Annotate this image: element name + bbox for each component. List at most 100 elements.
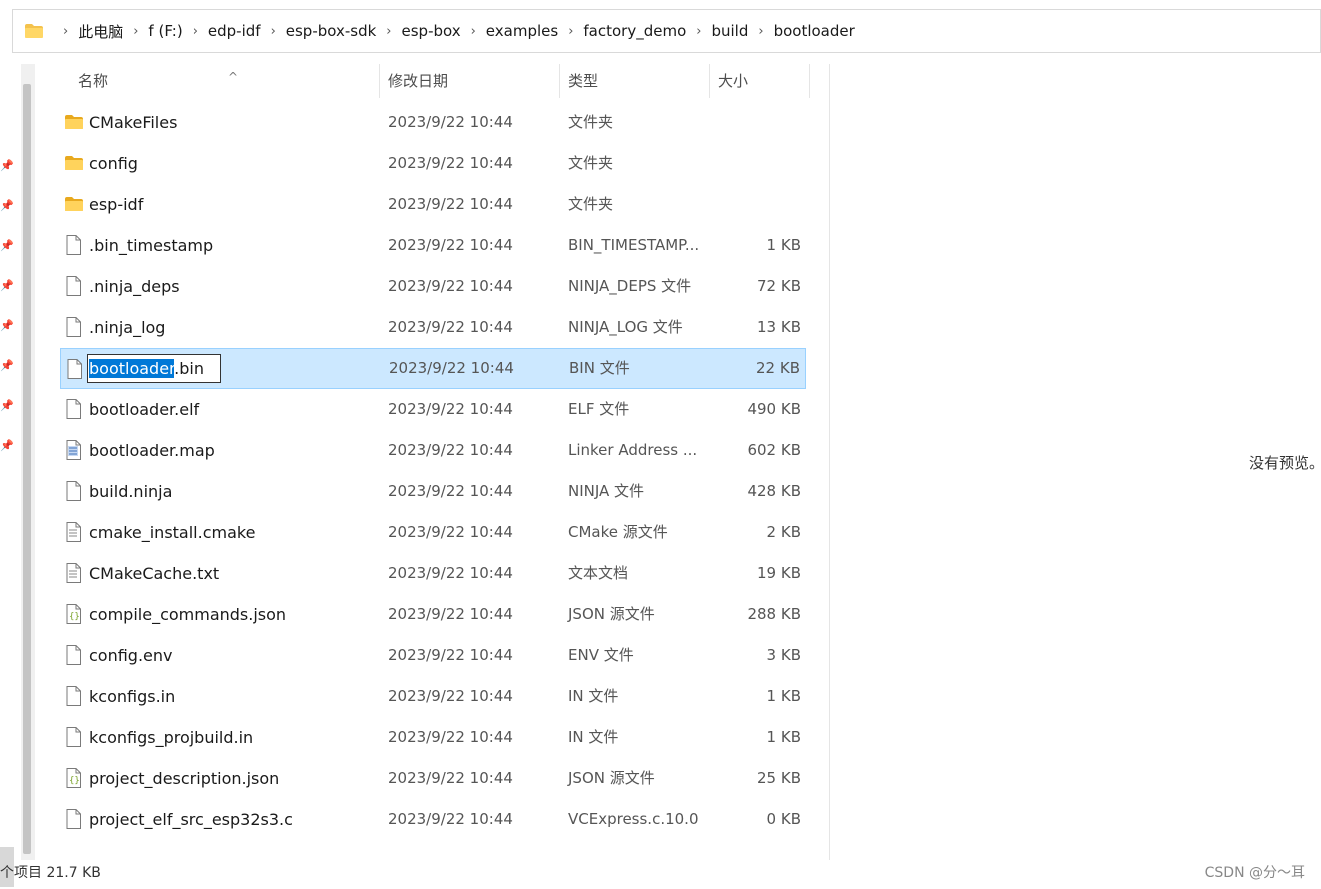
address-bar[interactable]: › 此电脑 › f (F:) › edp-idf › esp-box-sdk › esp-box… (12, 9, 1321, 53)
rename-input[interactable]: bootloader.bin (87, 354, 221, 383)
file-row[interactable]: CMakeCache.txt 2023/9/22 10:44 文本文档 19 KB (60, 553, 806, 594)
file-row[interactable]: kconfigs.in 2023/9/22 10:44 IN 文件 1 KB (60, 676, 806, 717)
file-row[interactable]: kconfigs_projbuild.in 2023/9/22 10:44 IN 文… (60, 717, 806, 758)
file-type: 文件夹 (568, 195, 614, 213)
file-type: ENV 文件 (568, 646, 634, 664)
rename-selected-text: bootloader (89, 359, 175, 378)
column-size[interactable]: 大小 (710, 64, 810, 98)
rename-extension-text: .bin (174, 359, 204, 378)
chevron-right-icon[interactable]: › (696, 24, 701, 39)
chevron-right-icon[interactable]: › (386, 24, 391, 39)
file-size: 72 KB (757, 277, 801, 295)
pane-divider[interactable] (829, 64, 830, 860)
vertical-scrollbar[interactable] (21, 64, 35, 860)
file-type: 文件夹 (568, 154, 614, 172)
file-name: project_elf_src_esp32s3.c (89, 810, 293, 829)
column-header: 名称 ^ 修改日期 类型 大小 (60, 64, 810, 98)
chevron-right-icon[interactable]: › (471, 24, 476, 39)
breadcrumb-item[interactable]: 此电脑 (78, 21, 123, 42)
file-name: kconfigs_projbuild.in (89, 728, 254, 747)
file-name: CMakeCache.txt (89, 564, 220, 583)
file-modified-date: 2023/9/22 10:44 (389, 359, 514, 377)
file-type: BIN_TIMESTAMP... (568, 236, 700, 254)
file-row[interactable]: .bin_timestamp 2023/9/22 10:44 BIN_TIMESTA… (60, 225, 806, 266)
file-list: CMakeFiles 2023/9/22 10:44 文件夹 config 2023/9… (60, 102, 806, 840)
file-size: 25 KB (757, 769, 801, 787)
file-modified-date: 2023/9/22 10:44 (388, 441, 513, 459)
breadcrumb-item[interactable]: build (711, 22, 748, 40)
chevron-right-icon[interactable]: › (193, 24, 198, 39)
pin-icon: 📌 (0, 399, 14, 412)
column-type[interactable]: 类型 (560, 64, 710, 98)
file-icon (65, 317, 83, 337)
file-row[interactable]: bootloader.map 2023/9/22 10:44 Linker Addr… (60, 430, 806, 471)
file-icon: {} (65, 604, 83, 624)
file-size: 1 KB (766, 236, 801, 254)
file-row[interactable]: project_elf_src_esp32s3.c 2023/9/22 10:44… (60, 799, 806, 840)
file-modified-date: 2023/9/22 10:44 (388, 277, 513, 295)
file-name: build.ninja (89, 482, 173, 501)
breadcrumb-item[interactable]: f (F:) (148, 22, 182, 40)
file-row[interactable]: {} project_description.json 2023/9/22 10:4… (60, 758, 806, 799)
file-row[interactable]: esp-idf 2023/9/22 10:44 文件夹 (60, 184, 806, 225)
file-modified-date: 2023/9/22 10:44 (388, 728, 513, 746)
chevron-right-icon[interactable]: › (568, 24, 573, 39)
file-icon (65, 809, 83, 829)
file-icon (65, 399, 83, 419)
file-row[interactable]: config.env 2023/9/22 10:44 ENV 文件 3 KB (60, 635, 806, 676)
file-name: .ninja_deps (89, 277, 180, 296)
file-modified-date: 2023/9/22 10:44 (388, 810, 513, 828)
folder-icon (65, 112, 83, 132)
file-size: 22 KB (756, 359, 800, 377)
file-icon (66, 359, 84, 379)
breadcrumb: 此电脑 › f (F:) › edp-idf › esp-box-sdk › esp-box › e… (78, 21, 855, 42)
file-row[interactable]: build.ninja 2023/9/22 10:44 NINJA 文件 428 KB (60, 471, 806, 512)
breadcrumb-item[interactable]: edp-idf (208, 22, 261, 40)
pin-icon: 📌 (0, 199, 14, 212)
file-modified-date: 2023/9/22 10:44 (388, 318, 513, 336)
file-row[interactable]: CMakeFiles 2023/9/22 10:44 文件夹 (60, 102, 806, 143)
file-modified-date: 2023/9/22 10:44 (388, 236, 513, 254)
navigation-pane: 📌 📌 📌 📌 📌 📌 📌 📌 (0, 64, 14, 887)
file-row[interactable]: bootloader.bin 2023/9/22 10:44 BIN 文件 22 KB (60, 348, 806, 389)
breadcrumb-item[interactable]: esp-box (402, 22, 461, 40)
breadcrumb-item[interactable]: bootloader (774, 22, 855, 40)
file-type: ELF 文件 (568, 400, 630, 418)
column-name[interactable]: 名称 ^ (70, 64, 380, 98)
file-name: kconfigs.in (89, 687, 176, 706)
file-modified-date: 2023/9/22 10:44 (388, 154, 513, 172)
file-name: project_description.json (89, 769, 280, 788)
breadcrumb-item[interactable]: examples (486, 22, 558, 40)
file-row[interactable]: .ninja_log 2023/9/22 10:44 NINJA_LOG 文件 13 … (60, 307, 806, 348)
file-row[interactable]: {} compile_commands.json 2023/9/22 10:44 JS… (60, 594, 806, 635)
file-icon (65, 276, 83, 296)
folder-icon (25, 24, 43, 38)
file-name: esp-idf (89, 195, 144, 214)
svg-text:{}: {} (69, 776, 80, 786)
file-row[interactable]: config 2023/9/22 10:44 文件夹 (60, 143, 806, 184)
chevron-right-icon[interactable]: › (133, 24, 138, 39)
file-size: 19 KB (757, 564, 801, 582)
file-icon (65, 522, 83, 542)
breadcrumb-item[interactable]: factory_demo (583, 22, 686, 40)
file-row[interactable]: bootloader.elf 2023/9/22 10:44 ELF 文件 490 K… (60, 389, 806, 430)
chevron-right-icon[interactable]: › (271, 24, 276, 39)
file-name: bootloader.map (89, 441, 215, 460)
file-modified-date: 2023/9/22 10:44 (388, 646, 513, 664)
folder-icon (65, 194, 83, 214)
file-size: 1 KB (766, 687, 801, 705)
file-modified-date: 2023/9/22 10:44 (388, 400, 513, 418)
file-icon (65, 727, 83, 747)
file-modified-date: 2023/9/22 10:44 (388, 769, 513, 787)
file-modified-date: 2023/9/22 10:44 (388, 482, 513, 500)
scrollbar-thumb[interactable] (23, 84, 31, 854)
file-row[interactable]: cmake_install.cmake 2023/9/22 10:44 CMake … (60, 512, 806, 553)
chevron-right-icon[interactable]: › (758, 24, 763, 39)
column-modified[interactable]: 修改日期 (380, 64, 560, 98)
file-name: .ninja_log (89, 318, 166, 337)
folder-icon (65, 153, 83, 173)
breadcrumb-item[interactable]: esp-box-sdk (286, 22, 377, 40)
file-size: 3 KB (766, 646, 801, 664)
file-row[interactable]: .ninja_deps 2023/9/22 10:44 NINJA_DEPS 文件 7… (60, 266, 806, 307)
file-name: cmake_install.cmake (89, 523, 256, 542)
